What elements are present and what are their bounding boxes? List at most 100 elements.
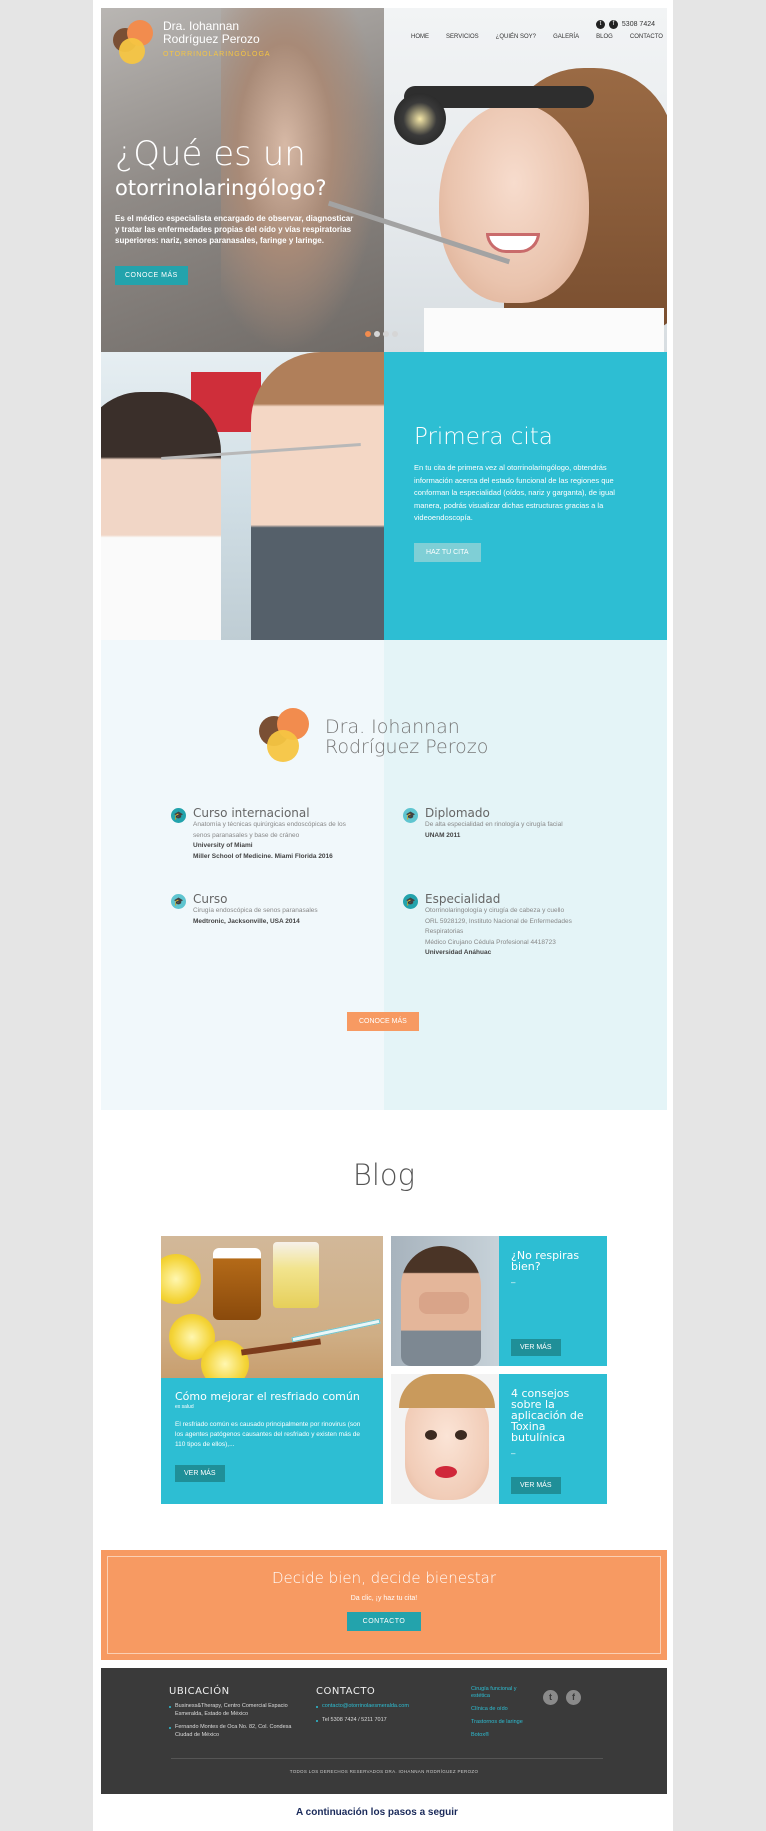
nav-contacto[interactable]: CONTACTO bbox=[630, 34, 663, 40]
graduation-cap-icon: 🎓 bbox=[171, 808, 186, 823]
post-title[interactable]: butulínica bbox=[511, 1432, 595, 1443]
doctor-name-line1: Dra. Iohannan bbox=[325, 716, 460, 738]
hero-slider: Dra. Iohannan Rodríguez Perozo OTORRINOL… bbox=[101, 8, 667, 352]
footer-email-link[interactable]: contacto@otorrinolaesmeralda.com bbox=[316, 1703, 446, 1711]
post-title[interactable]: Cómo mejorar el resfriado común bbox=[175, 1390, 369, 1403]
twitter-icon[interactable]: t bbox=[595, 20, 605, 29]
logo-subtitle: OTORRINOLARINGÓLOGA bbox=[163, 51, 271, 58]
footer-address: Fernando Montes de Oca No. 82, Col. Cond… bbox=[169, 1724, 299, 1739]
credential-line: senos paranasales y base de cráneo bbox=[193, 831, 300, 839]
main-nav: HOME SERVICIOS ¿QUIÉN SOY? GALERÍA BLOG … bbox=[411, 34, 663, 40]
credential-line: Anatomía y técnicas quirúrgicas endoscóp… bbox=[193, 821, 346, 828]
primera-cita-section: Primera cita En tu cita de primera vez a… bbox=[101, 352, 667, 640]
graduation-cap-icon: 🎓 bbox=[403, 894, 418, 909]
nav-quien-soy[interactable]: ¿QUIÉN SOY? bbox=[496, 34, 536, 40]
post-image bbox=[391, 1236, 499, 1366]
blog-section: Blog Cómo mejorar el resfriado común ex … bbox=[101, 1110, 667, 1544]
post-separator: – bbox=[511, 1449, 516, 1458]
blog-title: Blog bbox=[352, 1158, 416, 1192]
cta-title: Decide bien, decide bienestar bbox=[271, 1569, 497, 1587]
credential-title: Curso bbox=[193, 892, 228, 906]
slider-dot[interactable] bbox=[365, 331, 371, 337]
credential-line: ORL 5928129, Instituto Nacional de Enfer… bbox=[425, 917, 572, 925]
footer-divider bbox=[171, 1758, 603, 1759]
hero-title: ¿Qué es un bbox=[115, 134, 306, 174]
footer-social: t f bbox=[543, 1690, 581, 1705]
nav-servicios[interactable]: SERVICIOS bbox=[446, 34, 479, 40]
nav-blog[interactable]: BLOG bbox=[596, 34, 613, 40]
doctor-conoce-mas-button[interactable]: CONOCE MÁS bbox=[347, 1012, 419, 1031]
footer-copyright: TODOS LOS DERECHOS RESERVADOS DRA. IOHAN… bbox=[289, 1769, 479, 1774]
doctor-logo: Dra. Iohannan Rodríguez Perozo bbox=[259, 708, 488, 766]
credential-institution: Medtronic, Jacksonville, USA 2014 bbox=[193, 917, 300, 925]
blog-post-card[interactable]: 4 consejos sobre la aplicación de Toxina… bbox=[391, 1374, 607, 1504]
ver-mas-button[interactable]: VER MÁS bbox=[175, 1465, 225, 1482]
cita-title: Primera cita bbox=[414, 424, 553, 450]
post-title[interactable]: bien? bbox=[511, 1261, 595, 1272]
credential-item: 🎓 Curso Cirugía endoscópica de senos par… bbox=[171, 892, 371, 927]
site-logo[interactable]: Dra. Iohannan Rodríguez Perozo OTORRINOL… bbox=[113, 20, 271, 68]
hero-description: Es el médico especialista encargado de o… bbox=[115, 214, 354, 245]
blog-post-card[interactable]: Cómo mejorar el resfriado común ex salud… bbox=[161, 1236, 383, 1504]
ver-mas-button[interactable]: VER MÁS bbox=[511, 1477, 561, 1494]
footer-heading: UBICACIÓN bbox=[169, 1686, 230, 1697]
site-footer: UBICACIÓN Business&Therapy, Centro Comer… bbox=[101, 1668, 667, 1794]
credential-title: Especialidad bbox=[425, 892, 501, 906]
post-separator: – bbox=[511, 1278, 516, 1287]
logo-line2: Rodríguez Perozo bbox=[163, 32, 260, 46]
hero-conoce-mas-button[interactable]: CONOCE MÁS bbox=[115, 266, 188, 285]
facebook-icon[interactable]: f bbox=[566, 1690, 581, 1705]
nav-home[interactable]: HOME bbox=[411, 34, 429, 40]
cita-panel: Primera cita En tu cita de primera vez a… bbox=[384, 352, 667, 640]
credential-item: 🎓 Diplomado De alta especialidad en rino… bbox=[403, 806, 603, 841]
cita-description: En tu cita de primera vez al otorrinolar… bbox=[414, 463, 615, 522]
graduation-cap-icon: 🎓 bbox=[171, 894, 186, 909]
cta-subtitle: Da clic, ¡y haz tu cita! bbox=[350, 1595, 418, 1602]
post-image bbox=[161, 1236, 383, 1378]
footer-link[interactable]: Clínica de oído bbox=[471, 1706, 531, 1713]
credential-item: 🎓 Especialidad Otorrinolaringología y ci… bbox=[403, 892, 613, 959]
post-image bbox=[391, 1374, 499, 1504]
footer-link[interactable]: Botox® bbox=[471, 1732, 531, 1739]
ver-mas-button[interactable]: VER MÁS bbox=[511, 1339, 561, 1356]
twitter-icon[interactable]: t bbox=[543, 1690, 558, 1705]
footer-link[interactable]: Cirugía funcional y estética bbox=[471, 1686, 531, 1700]
logo-mark-icon bbox=[259, 708, 315, 766]
footer-contacto: CONTACTO contacto@otorrinolaesmeralda.co… bbox=[316, 1686, 446, 1724]
credential-institution: UNAM 2011 bbox=[425, 831, 461, 839]
footer-heading: CONTACTO bbox=[316, 1686, 376, 1697]
blog-post-card[interactable]: ¿No respiras bien? – VER MÁS bbox=[391, 1236, 607, 1366]
footer-link[interactable]: Trastornos de laringe bbox=[471, 1719, 531, 1726]
doctor-name-line2: Rodríguez Perozo bbox=[325, 736, 489, 758]
hero-photo-doctor bbox=[327, 8, 667, 352]
cta-banner: Decide bien, decide bienestar Da clic, ¡… bbox=[101, 1550, 667, 1660]
credential-line: Cirugía endoscópica de senos paranasales bbox=[193, 907, 318, 914]
doctor-section: Dra. Iohannan Rodríguez Perozo 🎓 Curso i… bbox=[101, 640, 667, 1110]
footer-address: Business&Therapy, Centro Comercial Espac… bbox=[169, 1703, 299, 1718]
haz-tu-cita-button[interactable]: HAZ TU CITA bbox=[414, 542, 481, 562]
graduation-cap-icon: 🎓 bbox=[403, 808, 418, 823]
post-excerpt: El resfriado común es causado principalm… bbox=[175, 1421, 361, 1448]
footer-links: Cirugía funcional y estética Clínica de … bbox=[471, 1686, 531, 1745]
credential-line: Médico Cirujano Cédula Profesional 44187… bbox=[425, 938, 556, 946]
page-container: Dra. Iohannan Rodríguez Perozo OTORRINOL… bbox=[93, 0, 673, 1831]
credential-item: 🎓 Curso internacional Anatomía y técnica… bbox=[171, 806, 371, 862]
logo-mark-icon bbox=[113, 20, 157, 68]
slider-dot[interactable] bbox=[374, 331, 380, 337]
credential-title: Diplomado bbox=[425, 806, 490, 820]
cita-photo bbox=[101, 352, 384, 640]
credential-line: De alta especialidad en rinología y ciru… bbox=[425, 821, 563, 828]
contacto-button[interactable]: CONTACTO bbox=[346, 1612, 422, 1631]
slider-dot[interactable] bbox=[392, 331, 398, 337]
next-steps-caption: A continuación los pasos a seguir bbox=[148, 1796, 606, 1831]
header-phone: 5308 7424 bbox=[621, 21, 655, 28]
hero-subtitle: otorrinolaringólogo? bbox=[115, 176, 327, 200]
post-category: ex salud bbox=[175, 1404, 194, 1410]
credential-title: Curso internacional bbox=[193, 806, 310, 820]
facebook-icon[interactable]: f bbox=[608, 20, 618, 29]
website: Dra. Iohannan Rodríguez Perozo OTORRINOL… bbox=[101, 8, 667, 1794]
credential-institution: Miller School of Medicine. Miami Florida… bbox=[193, 852, 333, 860]
footer-ubicacion: UBICACIÓN Business&Therapy, Centro Comer… bbox=[169, 1686, 299, 1739]
slider-dot[interactable] bbox=[383, 331, 389, 337]
nav-galeria[interactable]: GALERÍA bbox=[553, 34, 579, 40]
